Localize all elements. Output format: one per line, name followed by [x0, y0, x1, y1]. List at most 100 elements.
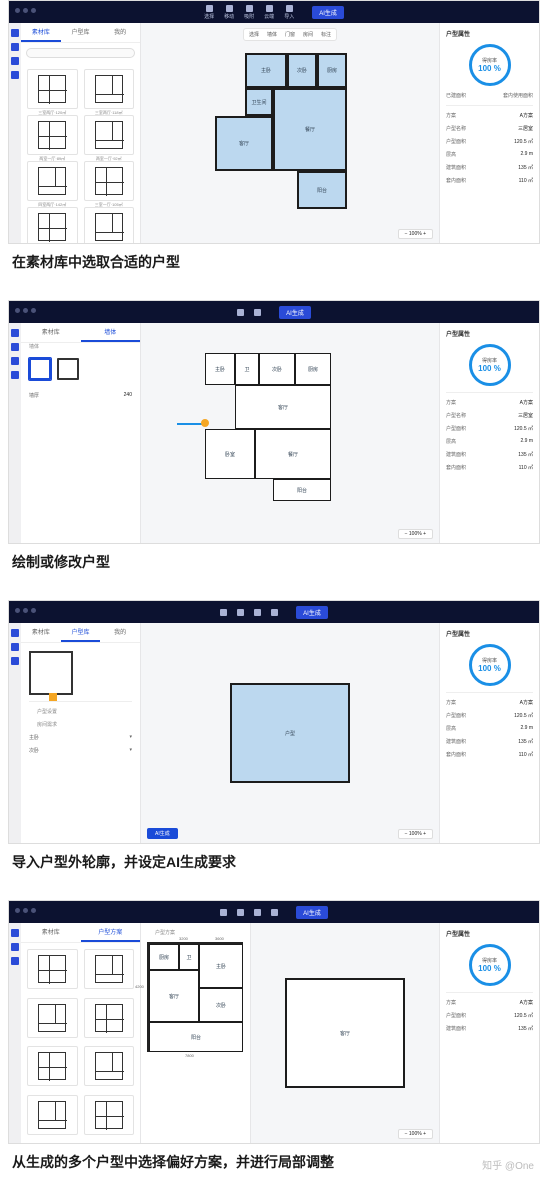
plan-card[interactable]	[84, 161, 135, 201]
plan-card[interactable]	[27, 207, 78, 243]
tool-item[interactable]: 墙体	[267, 31, 277, 38]
rail-icon[interactable]	[11, 71, 19, 79]
topbar-item[interactable]	[237, 309, 244, 316]
room[interactable]: 阳台	[297, 171, 347, 209]
tool-item[interactable]: 门窗	[285, 31, 295, 38]
tab-wall[interactable]: 墙体	[81, 323, 141, 342]
topbar-item[interactable]	[237, 909, 244, 916]
plan-card[interactable]	[84, 69, 135, 109]
plan-card[interactable]	[27, 115, 78, 155]
rail-icon[interactable]	[11, 629, 19, 637]
room[interactable]: 厨房	[317, 53, 347, 88]
topbar-item[interactable]: 云端	[264, 5, 274, 20]
window-controls[interactable]	[15, 308, 36, 313]
tool-item[interactable]: 房间	[303, 31, 313, 38]
zoom-control[interactable]: − 100% +	[398, 829, 433, 839]
ai-generate-button[interactable]: AI生成	[312, 6, 344, 19]
topbar-item[interactable]: 吸附	[244, 5, 254, 20]
room[interactable]: 客厅	[235, 385, 331, 429]
room[interactable]: 卫	[235, 353, 259, 385]
result-card[interactable]	[84, 1095, 135, 1135]
outline-shape[interactable]: 户型	[230, 683, 350, 783]
tab-results[interactable]: 户型方案	[81, 923, 141, 942]
canvas[interactable]: 客厅 − 100% +	[251, 923, 439, 1143]
rail-icon[interactable]	[11, 43, 19, 51]
topbar-item[interactable]	[271, 909, 278, 916]
topbar-item[interactable]	[220, 909, 227, 916]
tool-item[interactable]: 选择	[249, 31, 259, 38]
room[interactable]: 厨房	[295, 353, 331, 385]
result-card[interactable]	[27, 949, 78, 989]
room[interactable]: 客厅	[215, 116, 273, 171]
room-req[interactable]: 次卧	[29, 747, 39, 754]
tab-library[interactable]: 素材库	[21, 923, 81, 942]
floorplan[interactable]: 主卧 卫 次卧 厨房 客厅 卧室 餐厅 阳台	[205, 353, 375, 513]
room[interactable]: 主卧	[245, 53, 287, 88]
ai-generate-button[interactable]: AI生成	[279, 306, 311, 319]
outline-thumb[interactable]	[29, 651, 73, 695]
room[interactable]: 卧室	[205, 429, 255, 479]
result-card[interactable]	[27, 1046, 78, 1086]
topbar-item[interactable]: 导入	[284, 5, 294, 20]
room[interactable]: 餐厅	[255, 429, 331, 479]
rail-icon[interactable]	[11, 29, 19, 37]
tab-library[interactable]: 素材库	[21, 323, 81, 342]
topbar-item[interactable]	[254, 309, 261, 316]
floorplan[interactable]: 主卧 次卧 厨房 卫生间 客厅 餐厅 阳台	[215, 53, 365, 213]
detail-floorplan[interactable]: 厨房 卫 主卧 客厅 次卧 阳台 3200 3600 4200 7800	[147, 942, 243, 1052]
plan-card[interactable]	[84, 115, 135, 155]
canvas[interactable]: 选择 墙体 门窗 房间 标注 主卧 次卧 厨房 卫生间 客厅 餐厅 阳台 − 1…	[141, 23, 439, 243]
zoom-control[interactable]: − 100% +	[398, 229, 433, 239]
room[interactable]: 次卧	[259, 353, 295, 385]
room-req[interactable]: 主卧	[29, 734, 39, 741]
rail-icon[interactable]	[11, 957, 19, 965]
room[interactable]: 主卧	[205, 353, 235, 385]
topbar-item[interactable]: 移动	[224, 5, 234, 20]
rail-icon[interactable]	[11, 371, 19, 379]
rail-icon[interactable]	[11, 929, 19, 937]
wall-shape-rect-thick[interactable]	[57, 358, 79, 380]
rail-icon[interactable]	[11, 57, 19, 65]
rail-icon[interactable]	[11, 357, 19, 365]
tab-library[interactable]: 素材库	[21, 23, 61, 42]
ai-generate-button[interactable]: AI生成	[147, 828, 178, 839]
topbar-item[interactable]	[254, 609, 261, 616]
tab-library[interactable]: 素材库	[21, 623, 61, 642]
topbar-item[interactable]: 选择	[204, 5, 214, 20]
rail-icon[interactable]	[11, 643, 19, 651]
drawing-handle[interactable]	[201, 419, 209, 427]
tab-plans[interactable]: 户型库	[61, 623, 101, 642]
result-card[interactable]	[27, 998, 78, 1038]
result-card[interactable]	[84, 998, 135, 1038]
tab-mine[interactable]: 我的	[100, 23, 140, 42]
plan-card[interactable]	[84, 207, 135, 243]
window-controls[interactable]	[15, 8, 36, 13]
rail-icon[interactable]	[11, 329, 19, 337]
topbar-item[interactable]	[271, 609, 278, 616]
window-controls[interactable]	[15, 608, 36, 613]
result-card[interactable]	[84, 949, 135, 989]
rail-icon[interactable]	[11, 943, 19, 951]
zoom-control[interactable]: − 100% +	[398, 529, 433, 539]
room[interactable]: 卫生间	[245, 88, 273, 116]
topbar-item[interactable]	[254, 909, 261, 916]
rail-icon[interactable]	[11, 657, 19, 665]
room[interactable]: 餐厅	[273, 88, 347, 171]
canvas[interactable]: 主卧 卫 次卧 厨房 客厅 卧室 餐厅 阳台 − 100% +	[141, 323, 439, 543]
window-controls[interactable]	[15, 908, 36, 913]
search-input[interactable]	[26, 48, 135, 58]
room[interactable]: 阳台	[273, 479, 331, 501]
result-card[interactable]	[84, 1046, 135, 1086]
rail-icon[interactable]	[11, 343, 19, 351]
plan-card[interactable]	[27, 69, 78, 109]
room[interactable]: 次卧	[287, 53, 317, 88]
tool-item[interactable]: 标注	[321, 31, 331, 38]
result-card[interactable]	[27, 1095, 78, 1135]
ai-generate-button[interactable]: AI生成	[296, 906, 328, 919]
wall-shape-rect[interactable]	[29, 358, 51, 380]
topbar-item[interactable]	[220, 609, 227, 616]
zoom-control[interactable]: − 100% +	[398, 1129, 433, 1139]
canvas[interactable]: 户型 AI生成 − 100% +	[141, 623, 439, 843]
ai-generate-button[interactable]: AI生成	[296, 606, 328, 619]
tab-plans[interactable]: 户型库	[61, 23, 101, 42]
